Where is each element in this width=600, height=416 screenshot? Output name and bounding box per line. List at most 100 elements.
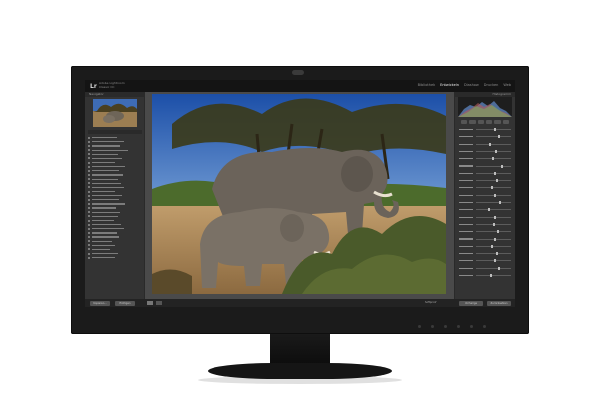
- folder-item[interactable]: [88, 248, 142, 251]
- disclosure-triangle-icon[interactable]: [88, 231, 90, 234]
- develop-slider[interactable]: [459, 179, 511, 183]
- slider-track[interactable]: [476, 164, 511, 168]
- slider-track[interactable]: [476, 237, 511, 241]
- develop-slider[interactable]: [459, 230, 511, 234]
- disclosure-triangle-icon[interactable]: [88, 219, 90, 222]
- slider-knob[interactable]: [493, 128, 496, 131]
- slider-knob[interactable]: [493, 193, 496, 197]
- disclosure-triangle-icon[interactable]: [88, 144, 90, 147]
- slider-knob[interactable]: [495, 149, 498, 153]
- folder-item[interactable]: [88, 223, 142, 226]
- develop-slider[interactable]: [459, 266, 511, 270]
- develop-slider[interactable]: [459, 252, 511, 256]
- folder-item[interactable]: [88, 140, 142, 143]
- disclosure-triangle-icon[interactable]: [88, 136, 90, 139]
- slider-track[interactable]: [476, 244, 511, 248]
- bezel-button-icon[interactable]: [431, 325, 434, 328]
- disclosure-triangle-icon[interactable]: [88, 153, 90, 156]
- slider-knob[interactable]: [493, 171, 496, 175]
- slider-track[interactable]: [476, 149, 511, 153]
- bezel-button-icon[interactable]: [457, 325, 460, 328]
- main-photo[interactable]: [152, 94, 446, 294]
- develop-slider[interactable]: [459, 237, 511, 241]
- graduated-filter-tool-icon[interactable]: [485, 120, 493, 124]
- slider-track[interactable]: [476, 157, 511, 161]
- slider-track[interactable]: [476, 171, 511, 175]
- develop-slider[interactable]: [459, 142, 511, 146]
- develop-slider[interactable]: [459, 259, 511, 263]
- slider-knob[interactable]: [496, 179, 499, 183]
- folder-item[interactable]: [88, 211, 142, 214]
- slider-track[interactable]: [476, 128, 511, 131]
- disclosure-triangle-icon[interactable]: [88, 194, 90, 197]
- loupe-view-icon[interactable]: [147, 301, 153, 305]
- disclosure-triangle-icon[interactable]: [88, 165, 90, 168]
- slider-knob[interactable]: [495, 252, 498, 256]
- develop-slider[interactable]: [459, 215, 511, 219]
- slider-track[interactable]: [476, 274, 511, 277]
- slider-knob[interactable]: [492, 222, 495, 226]
- folder-item[interactable]: [88, 194, 142, 197]
- module-slideshow[interactable]: Diashow: [464, 83, 479, 87]
- disclosure-triangle-icon[interactable]: [88, 215, 90, 218]
- develop-slider[interactable]: [459, 157, 511, 161]
- disclosure-triangle-icon[interactable]: [88, 178, 90, 181]
- slider-track[interactable]: [476, 259, 511, 263]
- bezel-button-icon[interactable]: [470, 325, 473, 328]
- slider-knob[interactable]: [497, 230, 499, 234]
- folder-item[interactable]: [88, 244, 142, 247]
- slider-knob[interactable]: [490, 186, 493, 190]
- slider-track[interactable]: [476, 230, 511, 234]
- disclosure-triangle-icon[interactable]: [88, 244, 90, 247]
- disclosure-triangle-icon[interactable]: [88, 207, 90, 210]
- disclosure-triangle-icon[interactable]: [88, 198, 90, 201]
- power-button-icon[interactable]: [483, 325, 486, 328]
- disclosure-triangle-icon[interactable]: [88, 202, 90, 205]
- folder-item[interactable]: [88, 227, 142, 230]
- folder-item[interactable]: [88, 219, 142, 222]
- slider-track[interactable]: [476, 222, 511, 226]
- slider-knob[interactable]: [497, 135, 500, 139]
- slider-track[interactable]: [476, 208, 511, 212]
- disclosure-triangle-icon[interactable]: [88, 157, 90, 160]
- folder-item[interactable]: [88, 202, 142, 205]
- disclosure-triangle-icon[interactable]: [88, 182, 90, 185]
- folder-item[interactable]: [88, 148, 142, 152]
- folder-item[interactable]: [88, 235, 142, 239]
- slider-track[interactable]: [476, 201, 511, 204]
- folder-item[interactable]: [88, 231, 142, 234]
- brush-tool-icon[interactable]: [502, 120, 509, 124]
- red-eye-tool-icon[interactable]: [477, 120, 484, 124]
- radial-filter-tool-icon[interactable]: [494, 120, 501, 124]
- slider-track[interactable]: [476, 135, 511, 139]
- develop-slider[interactable]: [459, 164, 511, 168]
- catalog-header[interactable]: [88, 130, 142, 134]
- slider-knob[interactable]: [488, 208, 491, 212]
- bezel-button-icon[interactable]: [444, 325, 447, 328]
- folder-item[interactable]: [88, 173, 142, 176]
- disclosure-triangle-icon[interactable]: [88, 149, 90, 152]
- develop-slider[interactable]: [459, 274, 511, 277]
- slider-track[interactable]: [476, 142, 511, 146]
- slider-knob[interactable]: [489, 142, 492, 146]
- folder-item[interactable]: [88, 215, 142, 218]
- slider-track[interactable]: [476, 179, 511, 183]
- previous-button[interactable]: Vorherige: [459, 300, 483, 306]
- develop-slider[interactable]: [459, 222, 511, 226]
- folder-item[interactable]: [88, 206, 142, 210]
- folder-item[interactable]: [88, 240, 142, 243]
- develop-slider[interactable]: [459, 208, 511, 212]
- slider-knob[interactable]: [491, 157, 494, 161]
- slider-track[interactable]: [476, 215, 511, 219]
- folder-item[interactable]: [88, 144, 142, 147]
- folder-item[interactable]: [88, 161, 142, 164]
- develop-slider[interactable]: [459, 201, 511, 204]
- slider-track[interactable]: [476, 186, 511, 190]
- copy-button[interactable]: Kopieren...: [90, 300, 110, 306]
- soft-proof-label[interactable]: Softproof: [425, 301, 436, 304]
- folder-item[interactable]: [88, 182, 142, 185]
- slider-knob[interactable]: [493, 237, 496, 241]
- folder-item[interactable]: [88, 186, 142, 189]
- slider-knob[interactable]: [490, 274, 492, 277]
- folder-item[interactable]: [88, 169, 142, 172]
